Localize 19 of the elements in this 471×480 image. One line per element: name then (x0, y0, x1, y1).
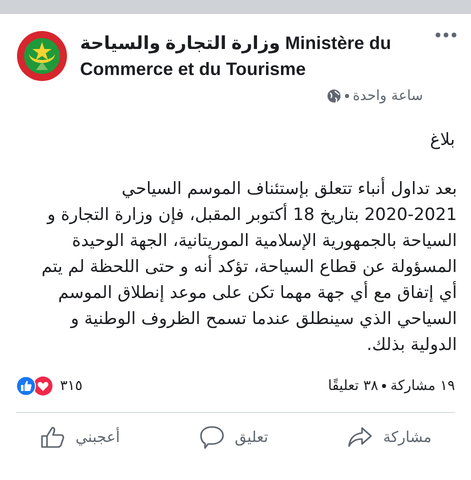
comment-count[interactable]: ٣٨ تعليقًا (328, 378, 378, 394)
reaction-count[interactable]: ٣١٥ (60, 378, 83, 394)
share-count[interactable]: ١٩ مشاركة (390, 378, 455, 394)
like-button[interactable]: أعجبني (32, 421, 128, 453)
comment-icon (198, 425, 225, 449)
globe-icon (326, 89, 341, 103)
separator-dot (344, 94, 349, 98)
share-icon (347, 426, 374, 448)
post-text: بعد تداول أنباء تتعلق بإستئناف الموسم السياحي 2020-2021 بتاريخ 18 أكتوبر المقبل، فإن وزارة التجارة و السياحة بالجمهورية الإسلامية الموريتانية، الجهة الوحيدة المسؤولة عن قطاع السياحة، تؤكد أنه و حتى اللحظة لم يتم أي إتفاق مع أي جهة مهما تكن على موعد إنطلاق الموسم السياحي الذي سينطلق عندما تسمح الظروف الوطنية و الدولية بذلك. (40, 176, 457, 357)
more-options-icon[interactable] (435, 30, 457, 38)
comment-button[interactable]: تعليق (190, 421, 276, 453)
reaction-icons[interactable] (16, 376, 54, 396)
thumbs-up-icon (40, 425, 66, 449)
post-title: بلاغ (428, 130, 455, 150)
share-button[interactable]: مشاركة (339, 421, 440, 453)
emblem-logo (16, 30, 68, 82)
post-time[interactable]: ساعة واحدة (352, 88, 423, 104)
page-name[interactable]: وزارة التجارة والسياحة Ministère du Commerce et du Tourisme (80, 30, 423, 82)
separator-dot (382, 384, 386, 388)
